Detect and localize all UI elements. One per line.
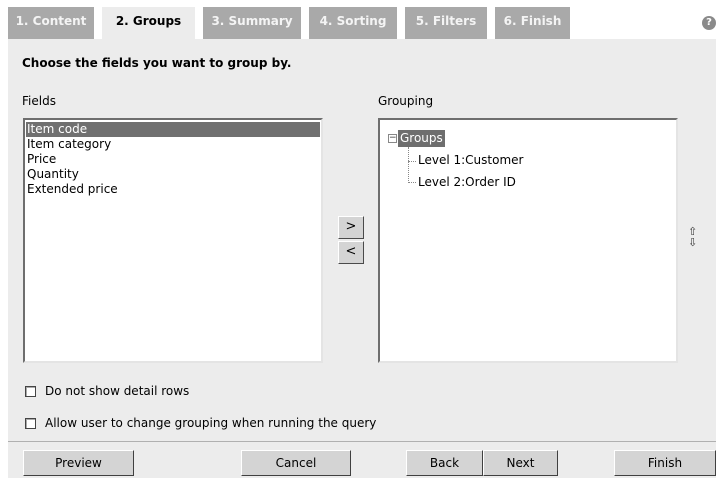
tab-summary[interactable]: 3. Summary bbox=[203, 7, 301, 39]
remove-field-button[interactable]: < bbox=[338, 241, 364, 264]
tab-filters[interactable]: 5. Filters bbox=[405, 7, 487, 39]
cancel-button[interactable]: Cancel bbox=[241, 450, 351, 476]
tree-node-level-2[interactable]: Level 2:Order ID bbox=[418, 175, 516, 190]
list-item[interactable]: Extended price bbox=[26, 182, 320, 197]
tree-node-level-1[interactable]: Level 1:Customer bbox=[418, 153, 523, 168]
preview-button[interactable]: Preview bbox=[23, 450, 134, 476]
list-item[interactable]: Item category bbox=[26, 137, 320, 152]
grouping-label: Grouping bbox=[378, 94, 434, 108]
list-item[interactable]: Quantity bbox=[26, 167, 320, 182]
tree-connector bbox=[408, 147, 409, 181]
collapse-icon[interactable]: − bbox=[388, 134, 397, 143]
grouping-tree[interactable]: − Groups Level 1:Customer Level 2:Order … bbox=[378, 118, 678, 363]
tree-root-groups[interactable]: Groups bbox=[398, 130, 445, 147]
hide-detail-rows-label: Do not show detail rows bbox=[45, 384, 190, 398]
fields-label: Fields bbox=[22, 94, 56, 108]
tab-groups[interactable]: 2. Groups bbox=[102, 7, 195, 40]
page-title: Choose the fields you want to group by. bbox=[22, 56, 292, 70]
move-down-icon[interactable]: ⇩ bbox=[688, 237, 697, 248]
list-item[interactable]: Price bbox=[26, 152, 320, 167]
hide-detail-rows-checkbox[interactable] bbox=[25, 385, 36, 397]
tree-connector bbox=[408, 161, 416, 162]
add-field-button[interactable]: > bbox=[338, 216, 364, 239]
tab-sorting[interactable]: 4. Sorting bbox=[309, 7, 397, 39]
next-button[interactable]: Next bbox=[483, 450, 558, 476]
groups-panel: Choose the fields you want to group by. … bbox=[8, 39, 716, 478]
fields-listbox[interactable]: Item code Item category Price Quantity E… bbox=[23, 118, 323, 363]
tree-connector bbox=[408, 182, 416, 183]
allow-change-grouping-label: Allow user to change grouping when runni… bbox=[45, 416, 377, 430]
back-button[interactable]: Back bbox=[406, 450, 483, 476]
finish-button[interactable]: Finish bbox=[614, 450, 716, 476]
tab-content[interactable]: 1. Content bbox=[8, 7, 94, 39]
list-item[interactable]: Item code bbox=[26, 122, 320, 137]
divider bbox=[8, 441, 716, 442]
allow-change-grouping-checkbox[interactable] bbox=[25, 417, 36, 429]
help-icon[interactable]: ? bbox=[702, 16, 716, 30]
allow-change-grouping-option[interactable]: Allow user to change grouping when runni… bbox=[25, 416, 376, 430]
tab-finish[interactable]: 6. Finish bbox=[495, 7, 570, 39]
wizard-tab-bar: 1. Content 2. Groups 3. Summary 4. Sorti… bbox=[8, 7, 716, 40]
hide-detail-rows-option[interactable]: Do not show detail rows bbox=[25, 384, 189, 398]
